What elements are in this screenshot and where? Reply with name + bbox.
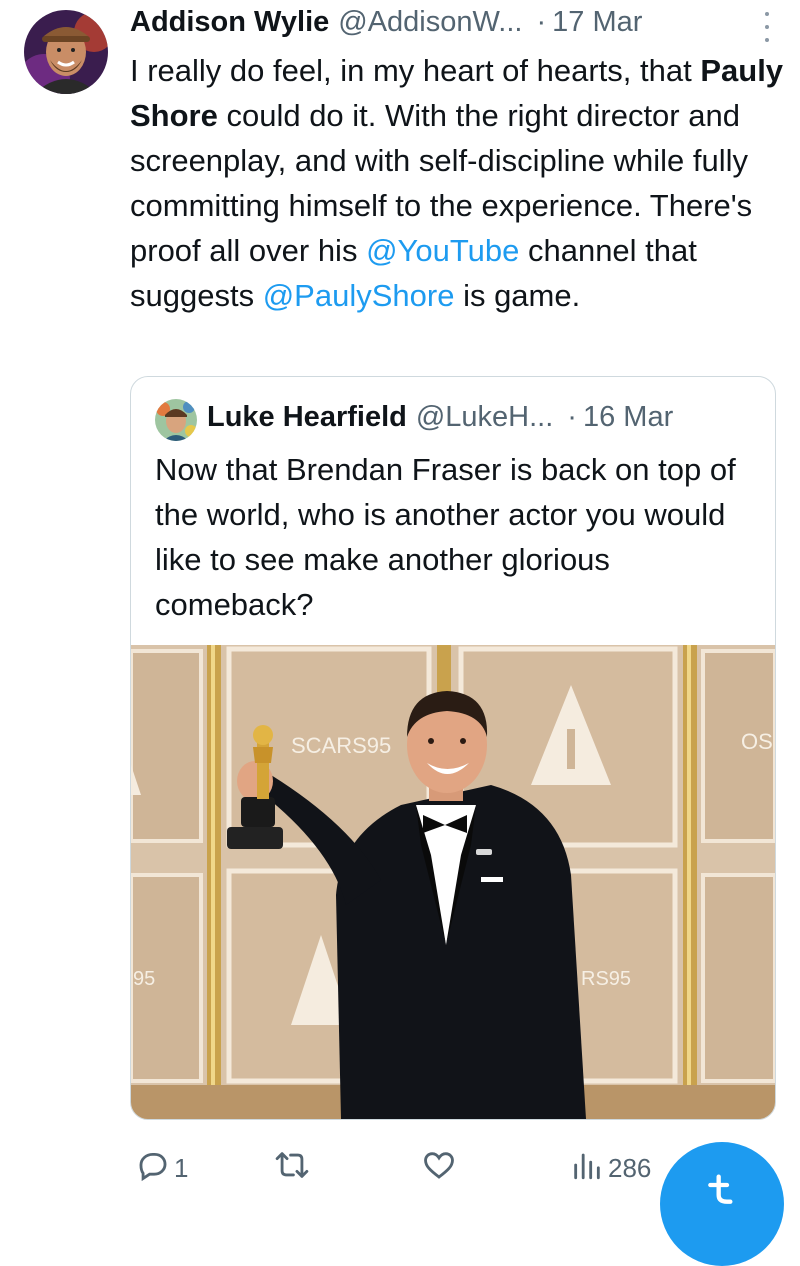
quoted-tweet-date[interactable]: 16 Mar bbox=[583, 401, 673, 434]
mention-link-youtube[interactable]: @YouTube bbox=[366, 233, 519, 268]
quoted-tweet-photo[interactable]: SCARS95 OS 95 RS95 bbox=[131, 645, 775, 1119]
quoted-tweet-text: Now that Brendan Fraser is back on top o… bbox=[155, 452, 736, 622]
quoted-tweet-header: Luke Hearfield @LukeH... · 16 Mar bbox=[207, 401, 755, 434]
author-handle[interactable]: @AddisonW... bbox=[338, 6, 522, 39]
retweet-icon bbox=[274, 1148, 310, 1189]
backdrop-text-1: SCARS95 bbox=[291, 733, 391, 758]
quoted-author-avatar[interactable] bbox=[155, 399, 197, 441]
tweet-header: Addison Wylie @AddisonW... · 17 Mar bbox=[130, 6, 780, 46]
oscars-photo-graphic: SCARS95 OS 95 RS95 bbox=[131, 645, 775, 1119]
reply-button[interactable]: 1 bbox=[136, 1148, 188, 1189]
mention-link-paulyshore[interactable]: @PaulyShore bbox=[263, 278, 455, 313]
more-options-icon[interactable] bbox=[762, 12, 772, 42]
backdrop-text-4: RS95 bbox=[581, 968, 631, 990]
reply-count: 1 bbox=[174, 1153, 189, 1183]
retweet-button[interactable] bbox=[274, 1148, 310, 1189]
backdrop-text-2: OS bbox=[741, 729, 773, 754]
quoted-author-name[interactable]: Luke Hearfield bbox=[207, 401, 407, 434]
author-avatar[interactable] bbox=[24, 10, 108, 94]
compose-icon bbox=[702, 1170, 742, 1215]
tweet-text: I really do feel, in my heart of hearts,… bbox=[130, 48, 790, 318]
tweet-actions-bar: 1 286 bbox=[130, 1140, 690, 1190]
views-icon bbox=[570, 1148, 604, 1189]
like-icon bbox=[422, 1148, 456, 1189]
quoted-tweet-card[interactable]: Luke Hearfield @LukeH... · 16 Mar Now th… bbox=[130, 376, 776, 1120]
tweet-date[interactable]: 17 Mar bbox=[552, 6, 642, 39]
quoted-author-handle[interactable]: @LukeH... bbox=[416, 401, 553, 434]
views-button[interactable]: 286 bbox=[570, 1148, 651, 1189]
compose-button[interactable] bbox=[660, 1142, 784, 1266]
author-name[interactable]: Addison Wylie bbox=[130, 6, 329, 39]
tweet-text-part1: I really do feel, in my heart of hearts,… bbox=[130, 53, 701, 88]
backdrop-text-3: 95 bbox=[133, 968, 155, 990]
like-button[interactable] bbox=[422, 1148, 456, 1189]
views-count: 286 bbox=[608, 1153, 652, 1183]
tweet-text-part4: is game. bbox=[454, 278, 581, 313]
header-separator: · bbox=[536, 6, 547, 38]
quoted-header-separator: · bbox=[567, 401, 577, 433]
reply-icon bbox=[136, 1148, 170, 1189]
